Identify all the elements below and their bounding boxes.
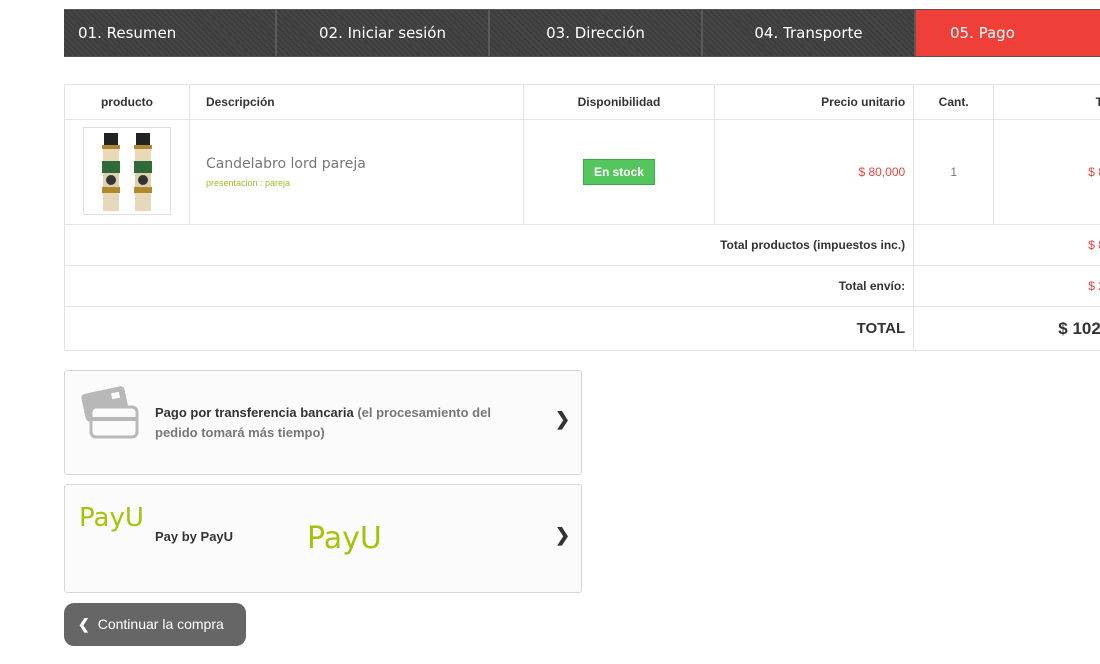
product-description-cell: Candelabro lord pareja presentacion : pa… — [188, 119, 524, 225]
col-description: Descripción — [188, 84, 524, 120]
col-availability: Disponibilidad — [522, 84, 716, 120]
continue-shopping-button[interactable]: ❮ Continuar la compra — [64, 603, 246, 646]
col-unit-price: Precio unitario — [714, 84, 915, 120]
product-thumbnail[interactable] — [82, 127, 171, 215]
unit-price: $ 80,000 — [714, 119, 915, 225]
step-address[interactable]: 03. Dirección — [490, 10, 703, 56]
payu-logo-large: PayU — [307, 521, 382, 556]
step-shipping[interactable]: 04. Transporte — [703, 10, 916, 56]
col-qty: Cant. — [913, 84, 995, 120]
step-summary[interactable]: 01. Resumen — [64, 10, 277, 56]
table-row: Candelabro lord pareja presentacion : pa… — [64, 119, 1100, 225]
payment-option-bank-transfer[interactable]: Pago por transferencia bancaria (el proc… — [64, 370, 582, 475]
product-image-cell — [64, 119, 190, 225]
line-total: $ 80, — [993, 119, 1100, 225]
stock-badge: En stock — [582, 159, 655, 185]
availability-cell: En stock — [522, 119, 716, 225]
product-name[interactable]: Candelabro lord pareja — [206, 156, 522, 172]
checkout-steps: 01. Resumen 02. Iniciar sesión 03. Direc… — [64, 9, 1100, 57]
payu-title: Pay by PayU — [155, 529, 234, 544]
payment-option-payu[interactable]: PayU Pay by PayU PayU ❯ — [64, 484, 582, 593]
cart-summary-table: producto Descripción Disponibilidad Prec… — [63, 84, 1100, 351]
col-product: producto — [64, 84, 190, 120]
total-products-label: Total productos (impuestos inc.) — [63, 224, 915, 266]
credit-card-icon — [81, 386, 139, 439]
total-shipping-value: $ 22, — [913, 265, 1100, 307]
bank-transfer-text: Pago por transferencia bancaria (el proc… — [155, 403, 525, 443]
chevron-right-icon: ❯ — [555, 525, 571, 545]
candelabra-image — [101, 133, 152, 211]
chevron-right-icon: ❯ — [555, 409, 571, 429]
continue-shopping-label: Continuar la compra — [97, 616, 224, 632]
total-shipping-label: Total envío: — [63, 265, 915, 307]
grand-total-label: TOTAL — [63, 306, 915, 351]
product-attribute: presentacion : pareja — [205, 178, 290, 188]
grand-total-row: TOTAL $ 102,1 — [63, 306, 1100, 351]
col-total: T — [993, 84, 1100, 120]
total-products-value: $ 80, — [913, 224, 1100, 266]
total-products-row: Total productos (impuestos inc.) $ 80, — [63, 224, 1100, 266]
quantity: 1 — [913, 119, 995, 225]
bank-transfer-title: Pago por transferencia bancaria — [155, 405, 354, 420]
grand-total-value: $ 102,1 — [913, 306, 1100, 351]
step-login[interactable]: 02. Iniciar sesión — [277, 10, 490, 56]
chevron-left-icon: ❮ — [78, 616, 90, 632]
step-payment[interactable]: 05. Pago — [916, 10, 1100, 56]
payu-logo-small: PayU — [79, 503, 144, 533]
total-shipping-row: Total envío: $ 22, — [63, 265, 1100, 307]
